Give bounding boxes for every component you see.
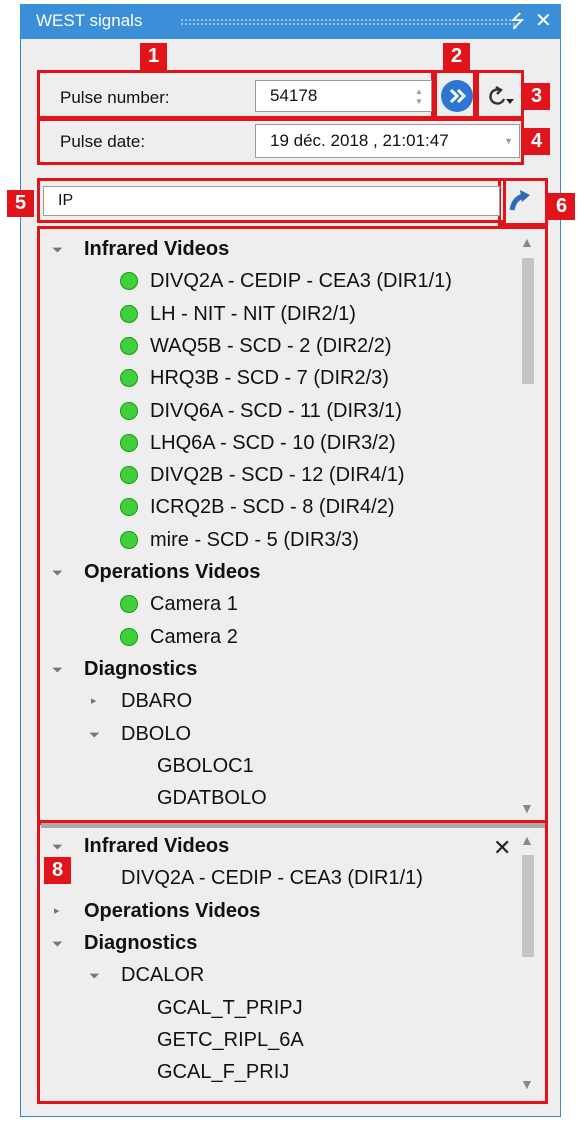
search-value: IP	[58, 192, 74, 209]
clear-selection-icon[interactable]: ✕	[493, 835, 511, 861]
tree-item-label: Operations Videos	[84, 561, 261, 583]
refresh-icon	[489, 85, 514, 105]
tree-item-label: GDATBOLO	[157, 787, 267, 810]
tree-item-label: Camera 2	[150, 625, 238, 648]
spin-up-icon[interactable]: ▲	[415, 87, 425, 96]
pin-icon[interactable]: ⭍	[510, 9, 525, 33]
status-green-icon	[120, 304, 138, 323]
spin-down-icon[interactable]: ▼	[415, 97, 425, 106]
window-title: WEST signals	[36, 11, 143, 30]
tree-item-label: Diagnostics	[84, 931, 198, 954]
scroll-up-icon[interactable]: ▲	[520, 234, 534, 250]
tree-item-label: GCAL_F_PRIJ	[157, 1061, 290, 1084]
status-green-icon	[120, 466, 138, 485]
status-green-icon	[120, 530, 138, 549]
title-bar[interactable]: WEST signals ⭍ ✕	[20, 4, 561, 39]
tree-item-label: DIVQ2B - SCD - 12 (DIR4/1)	[150, 464, 405, 487]
pulse-number-field[interactable]: 54178 ▲ ▼	[255, 80, 432, 112]
expand-arrow-icon[interactable]: ▸	[91, 694, 97, 707]
tree-item-label: DBARO	[121, 690, 193, 713]
tree-item-label: Infrared Videos	[84, 238, 230, 260]
tree-item-label: LHQ6A - SCD - 10 (DIR3/2)	[150, 431, 396, 454]
status-green-icon	[120, 336, 138, 355]
curved-arrow-icon	[509, 190, 530, 211]
pulse-number-value: 54178	[270, 86, 318, 105]
selected-scroll-up-icon[interactable]: ▲	[520, 832, 534, 848]
tree-item-label: ICRQ2B - SCD - 8 (DIR4/2)	[150, 496, 395, 519]
tree-item-label: HRQ3B - SCD - 7 (DIR2/3)	[150, 367, 389, 390]
tree-item-label: Infrared Videos	[84, 835, 230, 857]
callout-label-1: 1	[140, 43, 167, 70]
callout-label-6: 6	[548, 193, 575, 220]
search-input[interactable]: IP	[43, 186, 500, 216]
tree-item-label: WAQ5B - SCD - 2 (DIR2/2)	[150, 334, 392, 357]
pulse-date-value: 19 déc. 2018 , 21:01:47	[270, 131, 449, 150]
add-selection-button[interactable]	[502, 184, 542, 220]
go-to-pulse-button[interactable]	[441, 80, 473, 112]
tree-item-label: LH - NIT - NIT (DIR2/1)	[150, 302, 356, 325]
tree-item-label: GETC_RIPL_6A	[157, 1028, 304, 1051]
drag-grip[interactable]	[180, 18, 515, 26]
callout-label-5: 5	[7, 190, 34, 217]
tree-item-label: DIVQ6A - SCD - 11 (DIR3/1)	[150, 399, 402, 422]
expand-arrow-icon[interactable]: ▸	[54, 904, 60, 917]
status-green-icon	[120, 627, 138, 646]
tree-item-label: Operations Videos	[84, 899, 261, 922]
status-green-icon	[120, 401, 138, 420]
double-chevron-right-icon	[449, 88, 467, 104]
close-icon[interactable]: ✕	[535, 9, 552, 33]
tree-item-label: DIVQ2A - CEDIP - CEA3 (DIR1/1)	[150, 270, 452, 293]
selected-scroll-down-icon[interactable]: ▼	[520, 1076, 534, 1092]
tree-scroll-thumb[interactable]	[522, 258, 534, 384]
pulse-number-label: Pulse number:	[60, 88, 170, 107]
pulse-date-picker[interactable]: 19 déc. 2018 , 21:01:47 ▼	[255, 124, 520, 158]
tree-item-label: DBOLO	[121, 722, 192, 745]
callout-label-4: 4	[523, 128, 550, 155]
callout-label-2: 2	[443, 43, 470, 70]
tree-item-label: GCAL_T_PRIPJ	[157, 996, 303, 1019]
selected-scroll-thumb[interactable]	[522, 855, 534, 957]
pane-splitter[interactable]	[41, 823, 545, 828]
tree-item-label: mire - SCD - 5 (DIR3/3)	[150, 528, 359, 551]
tree-item-label: GBOLOC1	[157, 754, 254, 777]
pulse-date-label: Pulse date:	[60, 132, 146, 151]
callout-label-8: 8	[44, 857, 71, 884]
tree-item-label: Camera 1	[150, 593, 238, 616]
scroll-down-icon[interactable]: ▼	[520, 800, 534, 816]
tree-item-label: Diagnostics	[84, 657, 198, 680]
tree-item-label: DCALOR	[121, 964, 205, 987]
status-green-icon	[120, 433, 138, 452]
chevron-down-icon[interactable]: ▼	[504, 125, 513, 157]
refresh-dropdown-button[interactable]	[480, 80, 520, 112]
callout-label-3: 3	[523, 83, 550, 110]
tree-item-label: DIVQ2A - CEDIP - CEA3 (DIR1/1)	[121, 867, 423, 890]
